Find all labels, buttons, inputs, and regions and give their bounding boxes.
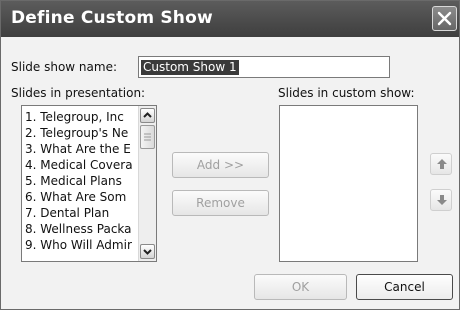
slides-in-custom-show-label: Slides in custom show:: [278, 86, 415, 100]
arrow-up-icon: [437, 159, 447, 169]
slide-list-item[interactable]: 5. Medical Plans: [25, 174, 122, 189]
move-up-button[interactable]: [430, 153, 452, 175]
slide-list-item[interactable]: 2. Telegroup's Ne: [25, 126, 128, 141]
slide-list-item[interactable]: 3. What Are the E: [25, 142, 131, 157]
close-button[interactable]: [432, 6, 457, 31]
add-button[interactable]: Add >>: [172, 152, 269, 178]
grip-icon: [144, 133, 151, 141]
slide-list-item[interactable]: 4. Medical Covera: [25, 158, 133, 173]
chevron-up-icon: [143, 112, 152, 118]
scroll-up-button[interactable]: [140, 108, 155, 123]
ok-button[interactable]: OK: [254, 274, 347, 300]
slide-list-item[interactable]: 8. Wellness Packa: [25, 222, 132, 237]
slides-scrollbar[interactable]: [138, 106, 156, 261]
chevron-down-icon: [143, 249, 152, 255]
slide-list-item[interactable]: 9. Who Will Admir: [25, 238, 132, 253]
slide-list-item[interactable]: 1. Telegroup, Inc: [25, 110, 124, 125]
arrow-down-icon: [437, 195, 447, 205]
define-custom-show-dialog: Define Custom Show Slide show name: Cust…: [0, 0, 460, 310]
remove-button[interactable]: Remove: [172, 190, 269, 216]
cancel-button[interactable]: Cancel: [356, 274, 453, 300]
slides-in-custom-show-list[interactable]: [279, 105, 418, 262]
scroll-thumb[interactable]: [140, 125, 155, 149]
title-bar: Define Custom Show: [1, 1, 459, 37]
slides-in-presentation-list[interactable]: 1. Telegroup, Inc 2. Telegroup's Ne 3. Wha…: [21, 105, 157, 262]
scroll-down-button[interactable]: [140, 244, 155, 259]
slides-in-presentation-label: Slides in presentation:: [11, 86, 146, 100]
close-icon: [437, 11, 452, 26]
slide-show-name-value: Custom Show 1: [141, 60, 239, 75]
slide-show-name-label: Slide show name:: [11, 60, 118, 74]
slide-list-item[interactable]: 6. What Are Som: [25, 190, 126, 205]
move-down-button[interactable]: [430, 189, 452, 211]
dialog-title: Define Custom Show: [11, 8, 213, 28]
slide-list-item[interactable]: 7. Dental Plan: [25, 206, 109, 221]
slide-show-name-input[interactable]: Custom Show 1: [138, 56, 390, 78]
